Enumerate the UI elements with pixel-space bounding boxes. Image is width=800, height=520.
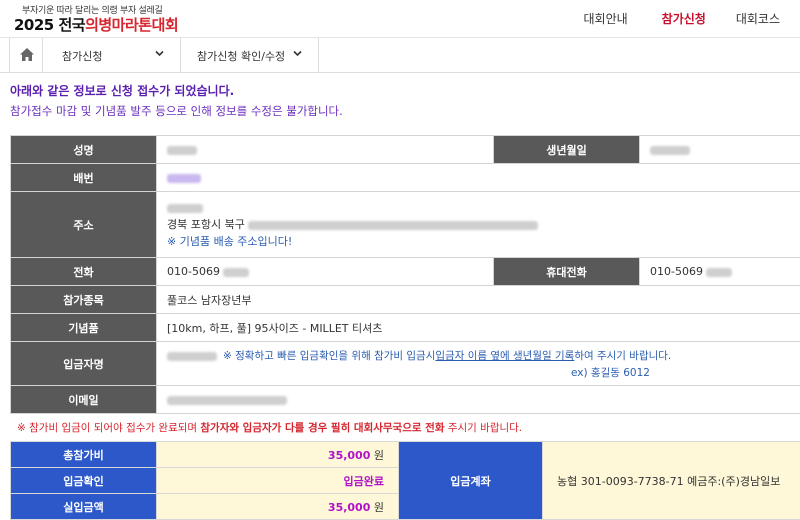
name-label: 성명 xyxy=(10,135,157,164)
mobile-label: 휴대전화 xyxy=(493,257,640,286)
depositor-note-link: 입금자 이름 옆에 생년월일 기록 xyxy=(435,350,575,362)
nav-item-registration[interactable]: 참가신청 xyxy=(662,10,706,27)
sub-nav: 참가신청 참가신청 확인/수정 xyxy=(0,38,800,73)
phone-label: 전화 xyxy=(10,257,157,286)
confirmation-message: 아래와 같은 정보로 신청 접수가 되었습니다. xyxy=(10,84,235,98)
event-label: 참가종목 xyxy=(10,285,157,314)
table-row: 기념품 [10km, 하프, 풀] 95사이즈 - MILLET 티셔츠 xyxy=(10,313,800,342)
table-row: 전화 010-5069 휴대전화 010-5069 xyxy=(10,257,800,286)
depositor-note-text: 하여 주시기 바랍니다. xyxy=(574,350,672,362)
payment-table: 총참가비 35,000 원 입금계좌 농협 301-0093-7738-71 예… xyxy=(10,441,800,520)
souvenir-value: [10km, 하프, 풀] 95사이즈 - MILLET 티셔츠 xyxy=(156,313,800,342)
birthdate-label: 생년월일 xyxy=(493,135,640,164)
redacted-text xyxy=(706,267,733,277)
address-value: 경북 포항시 북구 ※ 기념품 배송 주소입니다! xyxy=(156,191,800,258)
home-button[interactable] xyxy=(9,38,43,72)
chevron-down-icon xyxy=(293,50,302,57)
bib-label: 배번 xyxy=(10,163,157,192)
warning-text: 주시기 바랍니다. xyxy=(444,422,523,434)
warning-text: ※ 참가비 입금이 되어야 접수가 완료되며 xyxy=(17,422,201,434)
home-icon xyxy=(20,48,34,61)
depositor-example: ex) 홍길동 6012 xyxy=(571,367,650,379)
table-row: 성명 생년월일 xyxy=(10,135,800,164)
event-value: 풀코스 남자장년부 xyxy=(156,285,800,314)
redacted-text xyxy=(167,145,197,155)
menu-dropdown-label: 참가신청 확인/수정 xyxy=(197,50,286,63)
depositor-note-text: ※ 정확하고 빠른 입금확인을 위해 참가비 입금시 xyxy=(223,350,436,362)
mobile-number: 010-5069 xyxy=(650,265,703,278)
warning-emphasis: 참가자와 입금자가 다를 경우 필히 대회사무국으로 전화 xyxy=(200,422,445,434)
menu-dropdown-label: 참가신청 xyxy=(62,50,103,63)
total-fee-amount: 35,000 xyxy=(327,448,371,462)
menu-dropdown-check-edit[interactable]: 참가신청 확인/수정 xyxy=(181,38,319,72)
redacted-text xyxy=(167,352,217,361)
birthdate-value xyxy=(639,135,800,164)
table-row: 배번 xyxy=(10,163,800,192)
payment-confirm-label: 입금확인 xyxy=(10,467,157,494)
table-row: 주소 경북 포항시 북구 ※ 기념품 배송 주소입니다! xyxy=(10,191,800,258)
depositor-note: ※ 정확하고 빠른 입금확인을 위해 참가비 입금시입금자 이름 옆에 생년월일… xyxy=(223,348,671,363)
redacted-text xyxy=(650,145,690,155)
payment-status: 입금완료 xyxy=(343,474,384,488)
account-label: 입금계좌 xyxy=(398,441,543,520)
account-value: 농협 301-0093-7738-71 예금주:(주)경남일보 xyxy=(542,441,800,520)
top-nav: 대회안내 참가신청 대회코스 xyxy=(583,10,800,27)
depositor-value: ※ 정확하고 빠른 입금확인을 위해 참가비 입금시입금자 이름 옆에 생년월일… xyxy=(156,341,800,386)
actual-paid-value: 35,000 원 xyxy=(156,493,399,520)
redacted-text xyxy=(248,220,539,230)
address-label: 주소 xyxy=(10,191,157,258)
payment-warning: ※ 참가비 입금이 되어야 접수가 완료되며 참가자와 입금자가 다를 경우 필… xyxy=(17,420,522,435)
address-city: 경북 포항시 북구 xyxy=(167,218,245,231)
bib-value xyxy=(156,163,800,192)
phone-value: 010-5069 xyxy=(156,257,494,286)
currency-unit: 원 xyxy=(373,500,384,514)
table-row: 이메일 xyxy=(10,385,800,414)
logo-prefix: 2025 전국 xyxy=(14,16,86,34)
address-note: ※ 기념품 배송 주소입니다! xyxy=(167,235,293,248)
actual-paid-amount: 35,000 xyxy=(327,500,371,514)
currency-unit: 원 xyxy=(373,448,384,462)
total-fee-label: 총참가비 xyxy=(10,441,157,468)
site-logo[interactable]: 2025 전국의병마라톤대회 xyxy=(14,14,179,35)
edit-notice: 참가접수 마감 및 기념품 발주 등으로 인해 정보를 수정은 불가합니다. xyxy=(10,104,343,118)
email-value xyxy=(156,385,800,414)
mobile-value: 010-5069 xyxy=(639,257,800,286)
registration-info-table: 성명 생년월일 배번 주소 경북 포항시 북구 ※ 기념품 배송 주소입니다! … xyxy=(10,135,800,414)
redacted-text xyxy=(167,395,287,405)
phone-number: 010-5069 xyxy=(167,265,220,278)
redacted-text xyxy=(167,203,203,213)
email-label: 이메일 xyxy=(10,385,157,414)
redacted-text xyxy=(167,173,201,183)
souvenir-label: 기념품 xyxy=(10,313,157,342)
name-value xyxy=(156,135,494,164)
table-row: 총참가비 35,000 원 입금계좌 농협 301-0093-7738-71 예… xyxy=(10,441,800,520)
logo-accent: 의병마라톤대회 xyxy=(85,16,179,34)
total-fee-value: 35,000 원 xyxy=(156,441,399,468)
table-row: 참가종목 풀코스 남자장년부 xyxy=(10,285,800,314)
site-header: 부자기운 따라 달리는 의령 부자 설레길 2025 전국의병마라톤대회 대회안… xyxy=(0,0,800,38)
depositor-label: 입금자명 xyxy=(10,341,157,386)
menu-dropdown-registration[interactable]: 참가신청 xyxy=(43,38,181,72)
nav-item-race-info[interactable]: 대회안내 xyxy=(583,10,627,27)
chevron-down-icon xyxy=(155,50,164,57)
nav-item-course[interactable]: 대회코스 xyxy=(736,10,780,27)
redacted-text xyxy=(223,267,250,277)
table-row: 입금자명 ※ 정확하고 빠른 입금확인을 위해 참가비 입금시입금자 이름 옆에… xyxy=(10,341,800,386)
payment-confirm-value: 입금완료 xyxy=(156,467,399,494)
actual-paid-label: 실입금액 xyxy=(10,493,157,520)
